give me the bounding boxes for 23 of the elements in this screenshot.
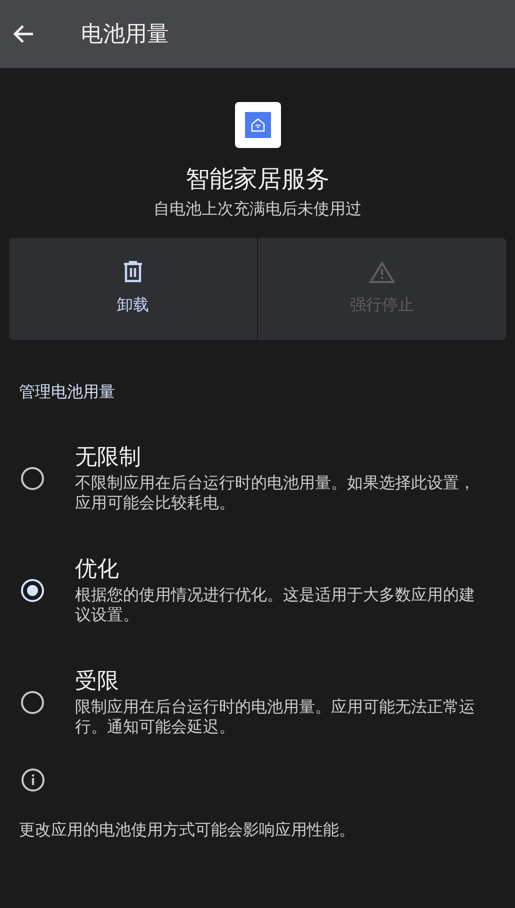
option-description: 不限制应用在后台运行时的电池用量。如果选择此设置，应用可能会比较耗电。: [75, 473, 476, 513]
option-description: 限制应用在后台运行时的电池用量。应用可能无法正常运行。通知可能会延迟。: [75, 697, 476, 737]
app-name: 智能家居服务: [186, 164, 330, 195]
info-icon: [21, 768, 45, 792]
battery-option[interactable]: 无限制 不限制应用在后台运行时的电池用量。如果选择此设置，应用可能会比较耗电。: [0, 422, 515, 534]
section-title: 管理电池用量: [19, 381, 116, 403]
warning-icon: [369, 261, 395, 283]
back-icon[interactable]: [12, 23, 34, 45]
footer-note: 更改应用的电池使用方式可能会影响应用性能。: [19, 819, 356, 841]
trash-icon: [123, 261, 143, 283]
option-description: 根据您的使用情况进行优化。这是适用于大多数应用的建议设置。: [75, 585, 476, 625]
option-title: 受限: [75, 668, 120, 696]
battery-option[interactable]: 受限 限制应用在后台运行时的电池用量。应用可能无法正常运行。通知可能会延迟。: [0, 646, 515, 758]
radio-button[interactable]: [21, 466, 44, 490]
option-title: 优化: [75, 556, 120, 584]
usage-summary: 自电池上次充满电后未使用过: [154, 198, 362, 220]
radio-button[interactable]: [21, 690, 44, 714]
page-title: 电池用量: [81, 20, 169, 48]
action-button[interactable]: 卸载: [9, 238, 257, 340]
option-title: 无限制: [75, 444, 142, 472]
app-icon: [234, 102, 280, 148]
battery-option[interactable]: 优化 根据您的使用情况进行优化。这是适用于大多数应用的建议设置。: [0, 534, 515, 646]
radio-button[interactable]: [21, 578, 44, 602]
